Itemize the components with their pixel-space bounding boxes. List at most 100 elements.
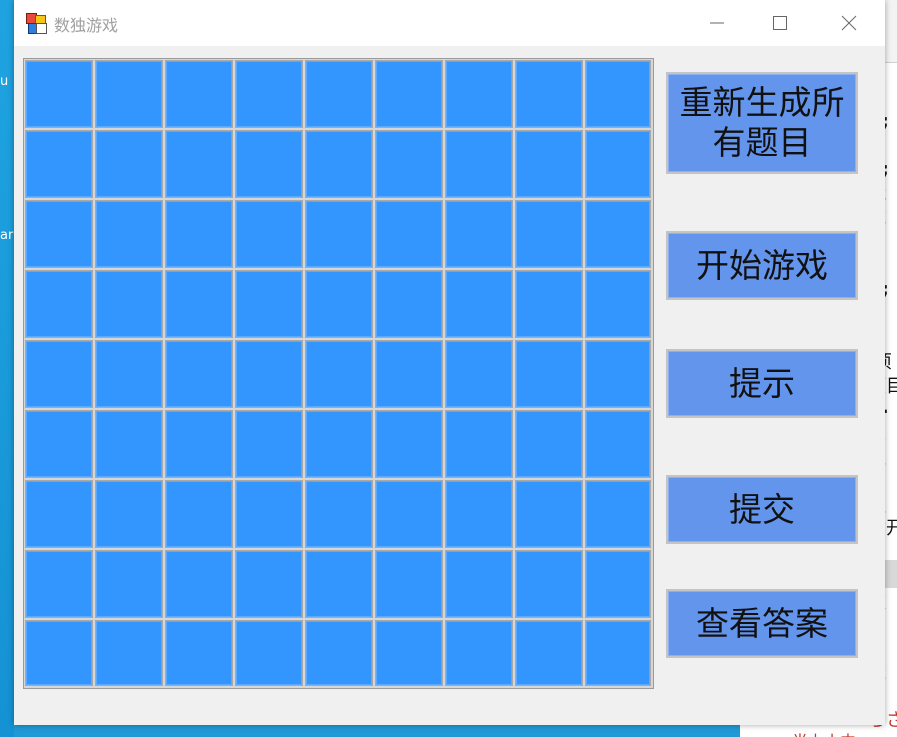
sudoku-cell[interactable] <box>25 550 93 618</box>
sudoku-cell[interactable] <box>165 60 233 128</box>
sudoku-cell[interactable] <box>445 620 513 686</box>
sudoku-cell[interactable] <box>235 130 303 198</box>
sudoku-cell[interactable] <box>305 410 373 478</box>
sudoku-cell[interactable] <box>165 200 233 268</box>
close-button[interactable] <box>826 0 872 46</box>
sudoku-cell[interactable] <box>25 620 93 686</box>
sudoku-cell[interactable] <box>235 60 303 128</box>
sudoku-cell[interactable] <box>375 130 443 198</box>
sudoku-cell[interactable] <box>305 550 373 618</box>
sudoku-window: 数独游戏 重新生成所有题目 开始游戏 提示 提交 查看答案 <box>14 0 885 725</box>
sudoku-cell[interactable] <box>95 550 163 618</box>
title-bar[interactable]: 数独游戏 <box>14 0 885 46</box>
sudoku-cell[interactable] <box>235 480 303 548</box>
sudoku-cell[interactable] <box>165 340 233 408</box>
sudoku-cell[interactable] <box>95 200 163 268</box>
sudoku-cell[interactable] <box>445 130 513 198</box>
sudoku-cell[interactable] <box>95 340 163 408</box>
regenerate-puzzles-button[interactable]: 重新生成所有题目 <box>666 72 858 174</box>
start-game-label: 开始游戏 <box>696 245 828 285</box>
sudoku-cell[interactable] <box>95 130 163 198</box>
sudoku-cell[interactable] <box>235 620 303 686</box>
sudoku-cell[interactable] <box>165 620 233 686</box>
minimize-button[interactable] <box>694 0 740 46</box>
sudoku-cell[interactable] <box>305 480 373 548</box>
sudoku-cell[interactable] <box>165 130 233 198</box>
sudoku-cell[interactable] <box>585 340 651 408</box>
sudoku-cell[interactable] <box>515 340 583 408</box>
app-icon <box>26 13 47 34</box>
sudoku-cell[interactable] <box>305 200 373 268</box>
start-game-button[interactable]: 开始游戏 <box>666 231 858 300</box>
background-text-line: 半上小中 <box>792 728 856 737</box>
minimize-icon <box>710 22 724 24</box>
sudoku-cell[interactable] <box>95 270 163 338</box>
sudoku-cell[interactable] <box>305 130 373 198</box>
sudoku-cell[interactable] <box>305 340 373 408</box>
sudoku-cell[interactable] <box>585 410 651 478</box>
sudoku-cell[interactable] <box>445 200 513 268</box>
sudoku-cell[interactable] <box>375 620 443 686</box>
sudoku-cell[interactable] <box>585 60 651 128</box>
maximize-icon <box>773 16 787 30</box>
sudoku-cell[interactable] <box>585 620 651 686</box>
maximize-button[interactable] <box>757 0 803 46</box>
sudoku-cell[interactable] <box>25 340 93 408</box>
sudoku-cell[interactable] <box>515 480 583 548</box>
sudoku-cell[interactable] <box>445 60 513 128</box>
sudoku-cell[interactable] <box>375 340 443 408</box>
submit-button[interactable]: 提交 <box>666 475 858 544</box>
sudoku-cell[interactable] <box>515 200 583 268</box>
sudoku-cell[interactable] <box>305 270 373 338</box>
sudoku-cell[interactable] <box>515 130 583 198</box>
sudoku-cell[interactable] <box>445 480 513 548</box>
sudoku-cell[interactable] <box>235 270 303 338</box>
sudoku-cell[interactable] <box>585 480 651 548</box>
submit-label: 提交 <box>729 489 795 529</box>
sudoku-cell[interactable] <box>375 410 443 478</box>
sudoku-cell[interactable] <box>165 410 233 478</box>
sudoku-cell[interactable] <box>515 550 583 618</box>
sudoku-cell[interactable] <box>95 480 163 548</box>
sudoku-cell[interactable] <box>585 130 651 198</box>
sudoku-cell[interactable] <box>235 340 303 408</box>
sudoku-cell[interactable] <box>585 550 651 618</box>
sudoku-cell[interactable] <box>445 550 513 618</box>
sudoku-cell[interactable] <box>25 480 93 548</box>
sudoku-cell[interactable] <box>235 410 303 478</box>
sudoku-cell[interactable] <box>305 620 373 686</box>
sudoku-cell[interactable] <box>25 410 93 478</box>
view-answer-button[interactable]: 查看答案 <box>666 589 858 658</box>
sudoku-cell[interactable] <box>585 200 651 268</box>
hint-button[interactable]: 提示 <box>666 349 858 418</box>
sudoku-cell[interactable] <box>515 60 583 128</box>
desktop-text-fragment: ar <box>0 228 14 243</box>
sudoku-cell[interactable] <box>445 410 513 478</box>
sudoku-cell[interactable] <box>305 60 373 128</box>
sudoku-cell[interactable] <box>95 620 163 686</box>
sudoku-cell[interactable] <box>375 200 443 268</box>
sudoku-cell[interactable] <box>95 410 163 478</box>
sudoku-board <box>23 58 654 689</box>
sudoku-cell[interactable] <box>375 60 443 128</box>
sudoku-cell[interactable] <box>515 410 583 478</box>
sudoku-cell[interactable] <box>25 270 93 338</box>
sudoku-cell[interactable] <box>515 620 583 686</box>
sudoku-cell[interactable] <box>25 60 93 128</box>
sudoku-cell[interactable] <box>25 200 93 268</box>
sudoku-cell[interactable] <box>235 550 303 618</box>
sudoku-cell[interactable] <box>165 550 233 618</box>
sudoku-cell[interactable] <box>445 340 513 408</box>
sudoku-cell[interactable] <box>375 480 443 548</box>
sudoku-cell[interactable] <box>585 270 651 338</box>
sudoku-cell[interactable] <box>375 270 443 338</box>
sudoku-cell[interactable] <box>445 270 513 338</box>
sudoku-cell[interactable] <box>375 550 443 618</box>
sudoku-cell[interactable] <box>165 480 233 548</box>
sudoku-cell[interactable] <box>25 130 93 198</box>
hint-label: 提示 <box>729 363 795 403</box>
sudoku-cell[interactable] <box>235 200 303 268</box>
sudoku-cell[interactable] <box>165 270 233 338</box>
sudoku-cell[interactable] <box>515 270 583 338</box>
sudoku-cell[interactable] <box>95 60 163 128</box>
